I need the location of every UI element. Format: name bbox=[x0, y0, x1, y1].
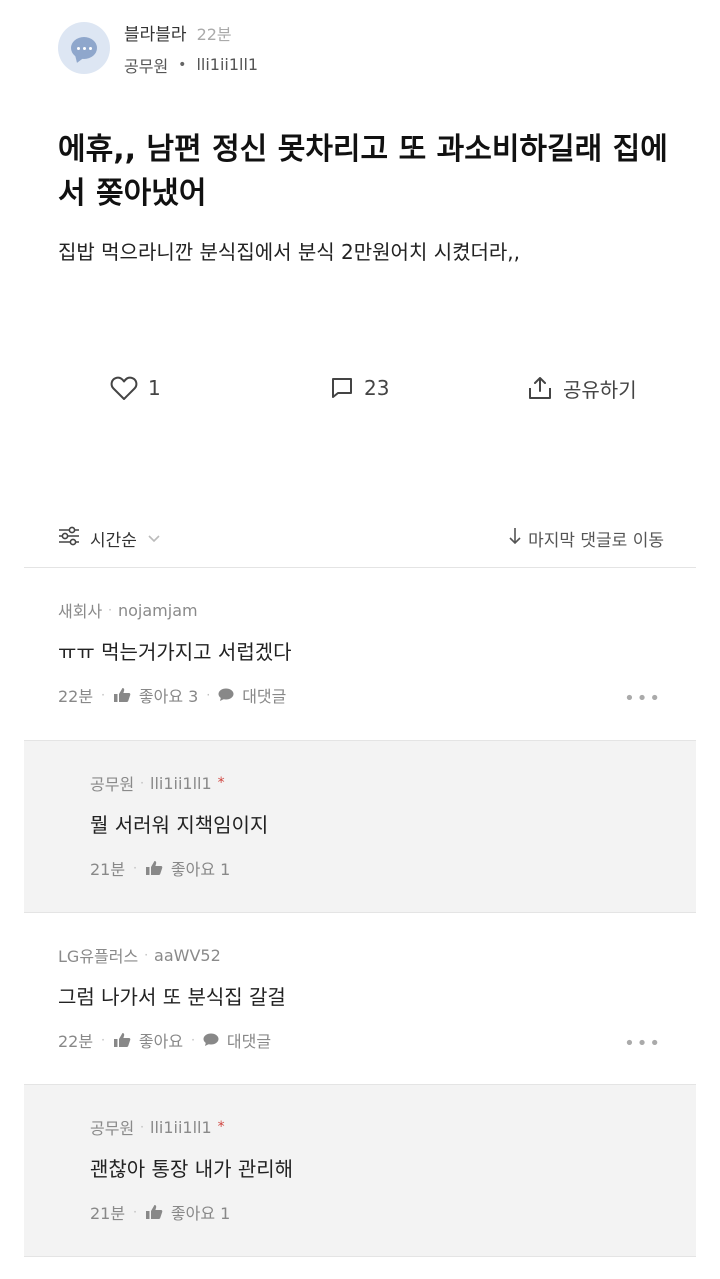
heart-icon bbox=[110, 375, 138, 401]
share-button[interactable]: 공유하기 bbox=[527, 368, 637, 408]
thumbs-up-icon bbox=[145, 860, 163, 876]
comment-author: aaWV52 bbox=[154, 945, 221, 965]
channel-avatar[interactable] bbox=[58, 22, 110, 74]
comment-like-label: 좋아요 1 bbox=[170, 1204, 231, 1223]
comment-company: 새회사 bbox=[58, 602, 103, 621]
speech-bubble-icon bbox=[203, 1033, 219, 1047]
chevron-down-icon bbox=[147, 528, 161, 548]
author-nickname: lli1ii1ll1 bbox=[196, 55, 259, 74]
comment-like-label: 좋아요 1 bbox=[170, 860, 231, 879]
comment-company: LG유플러스 bbox=[58, 947, 139, 966]
jump-to-last-comment[interactable]: 마지막 댓글로 이동 bbox=[508, 526, 664, 551]
like-count: 1 bbox=[148, 376, 161, 400]
comment-company: 공무원 bbox=[90, 775, 135, 794]
reply-label: 대댓글 bbox=[242, 687, 287, 706]
sort-dropdown[interactable]: 시간순 bbox=[58, 526, 161, 551]
chat-bubble-icon bbox=[71, 37, 97, 59]
meta-separator: · bbox=[140, 776, 144, 790]
reply-button[interactable]: 대댓글 bbox=[218, 683, 286, 707]
comment-like-button[interactable]: 좋아요 bbox=[113, 1028, 183, 1052]
share-icon bbox=[527, 375, 553, 401]
meta-separator: · bbox=[191, 1033, 195, 1047]
comment-like-button[interactable]: 좋아요 1 bbox=[145, 856, 230, 880]
sort-label: 시간순 bbox=[90, 530, 137, 551]
thumbs-up-icon bbox=[113, 687, 131, 703]
post-header: 블라블라 22분 공무원 • lli1ii1ll1 bbox=[58, 20, 258, 76]
like-button[interactable]: 1 bbox=[110, 368, 161, 408]
meta-separator: · bbox=[133, 861, 137, 875]
comment-text: ㅠㅠ 먹는거가지고 서럽겠다 bbox=[58, 640, 292, 664]
comment-item: 새회사 · nojamjam ㅠㅠ 먹는거가지고 서럽겠다 22분 · 좋아요 … bbox=[24, 568, 696, 740]
jump-label: 마지막 댓글로 이동 bbox=[528, 530, 664, 551]
comment-icon bbox=[330, 376, 354, 400]
comment-text: 괜찮아 통장 내가 관리해 bbox=[90, 1157, 294, 1181]
meta-separator: · bbox=[101, 1033, 105, 1047]
comment-count: 23 bbox=[364, 376, 390, 400]
comment-text: 뭘 서러워 지책임이지 bbox=[90, 813, 269, 837]
post-action-bar: 1 23 공유하기 bbox=[0, 368, 720, 408]
meta-separator: · bbox=[108, 603, 112, 617]
meta-separator: · bbox=[133, 1205, 137, 1219]
share-label: 공유하기 bbox=[563, 377, 637, 402]
meta-separator: · bbox=[206, 688, 211, 702]
comment-time: 22분 bbox=[58, 1032, 94, 1051]
comment-author: lli1ii1ll1 bbox=[150, 773, 212, 793]
reply-item: 공무원 · lli1ii1ll1 * 뭘 서러워 지책임이지 21분 · 좋아요… bbox=[24, 741, 696, 912]
channel-name[interactable]: 블라블라 bbox=[124, 20, 187, 45]
comment-author: lli1ii1ll1 bbox=[150, 1117, 212, 1137]
comment-item: LG유플러스 · aaWV52 그럼 나가서 또 분식집 갈걸 22분 · 좋아… bbox=[24, 913, 696, 1084]
speech-bubble-icon bbox=[218, 688, 234, 702]
reply-label: 대댓글 bbox=[226, 1032, 272, 1051]
meta-separator: · bbox=[140, 1120, 144, 1134]
filter-sliders-icon bbox=[58, 526, 80, 551]
author-badge: * bbox=[217, 1119, 225, 1135]
comment-like-label: 좋아요 bbox=[138, 1032, 184, 1051]
divider bbox=[24, 1256, 696, 1257]
comment-time: 22분 bbox=[58, 687, 94, 706]
separator: • bbox=[178, 56, 187, 73]
comment-sort-bar: 시간순 마지막 댓글로 이동 bbox=[58, 518, 664, 558]
comment-text: 그럼 나가서 또 분식집 갈걸 bbox=[58, 985, 286, 1009]
comment-like-button[interactable]: 좋아요 1 bbox=[145, 1200, 230, 1224]
post-time: 22분 bbox=[196, 24, 232, 44]
comment-author: nojamjam bbox=[118, 600, 198, 620]
comment-button[interactable]: 23 bbox=[330, 368, 389, 408]
comment-like-button[interactable]: 좋아요 3 bbox=[113, 683, 198, 707]
meta-separator: · bbox=[101, 688, 105, 702]
post-body: 집밥 먹으라니깐 분식집에서 분식 2만원어치 시켰더라,, bbox=[58, 240, 521, 264]
meta-separator: · bbox=[144, 948, 149, 962]
author-badge: * bbox=[217, 775, 225, 791]
reply-button[interactable]: 대댓글 bbox=[203, 1028, 271, 1052]
post-title: 에휴,, 남편 정신 못차리고 또 과소비하길래 집에서 쫒아냈어 bbox=[58, 132, 668, 211]
comment-company: 공무원 bbox=[90, 1119, 135, 1138]
more-options-icon[interactable]: ••• bbox=[624, 688, 662, 709]
comment-like-label: 좋아요 3 bbox=[138, 687, 199, 706]
comment-time: 21분 bbox=[90, 1204, 126, 1223]
more-options-icon[interactable]: ••• bbox=[624, 1033, 662, 1054]
comment-time: 21분 bbox=[90, 860, 126, 879]
thumbs-up-icon bbox=[145, 1204, 163, 1220]
arrow-down-icon bbox=[508, 526, 522, 551]
author-company: 공무원 bbox=[124, 56, 169, 76]
reply-item: 공무원 · lli1ii1ll1 * 괜찮아 통장 내가 관리해 21분 · 좋… bbox=[24, 1085, 696, 1256]
thumbs-up-icon bbox=[113, 1032, 131, 1048]
